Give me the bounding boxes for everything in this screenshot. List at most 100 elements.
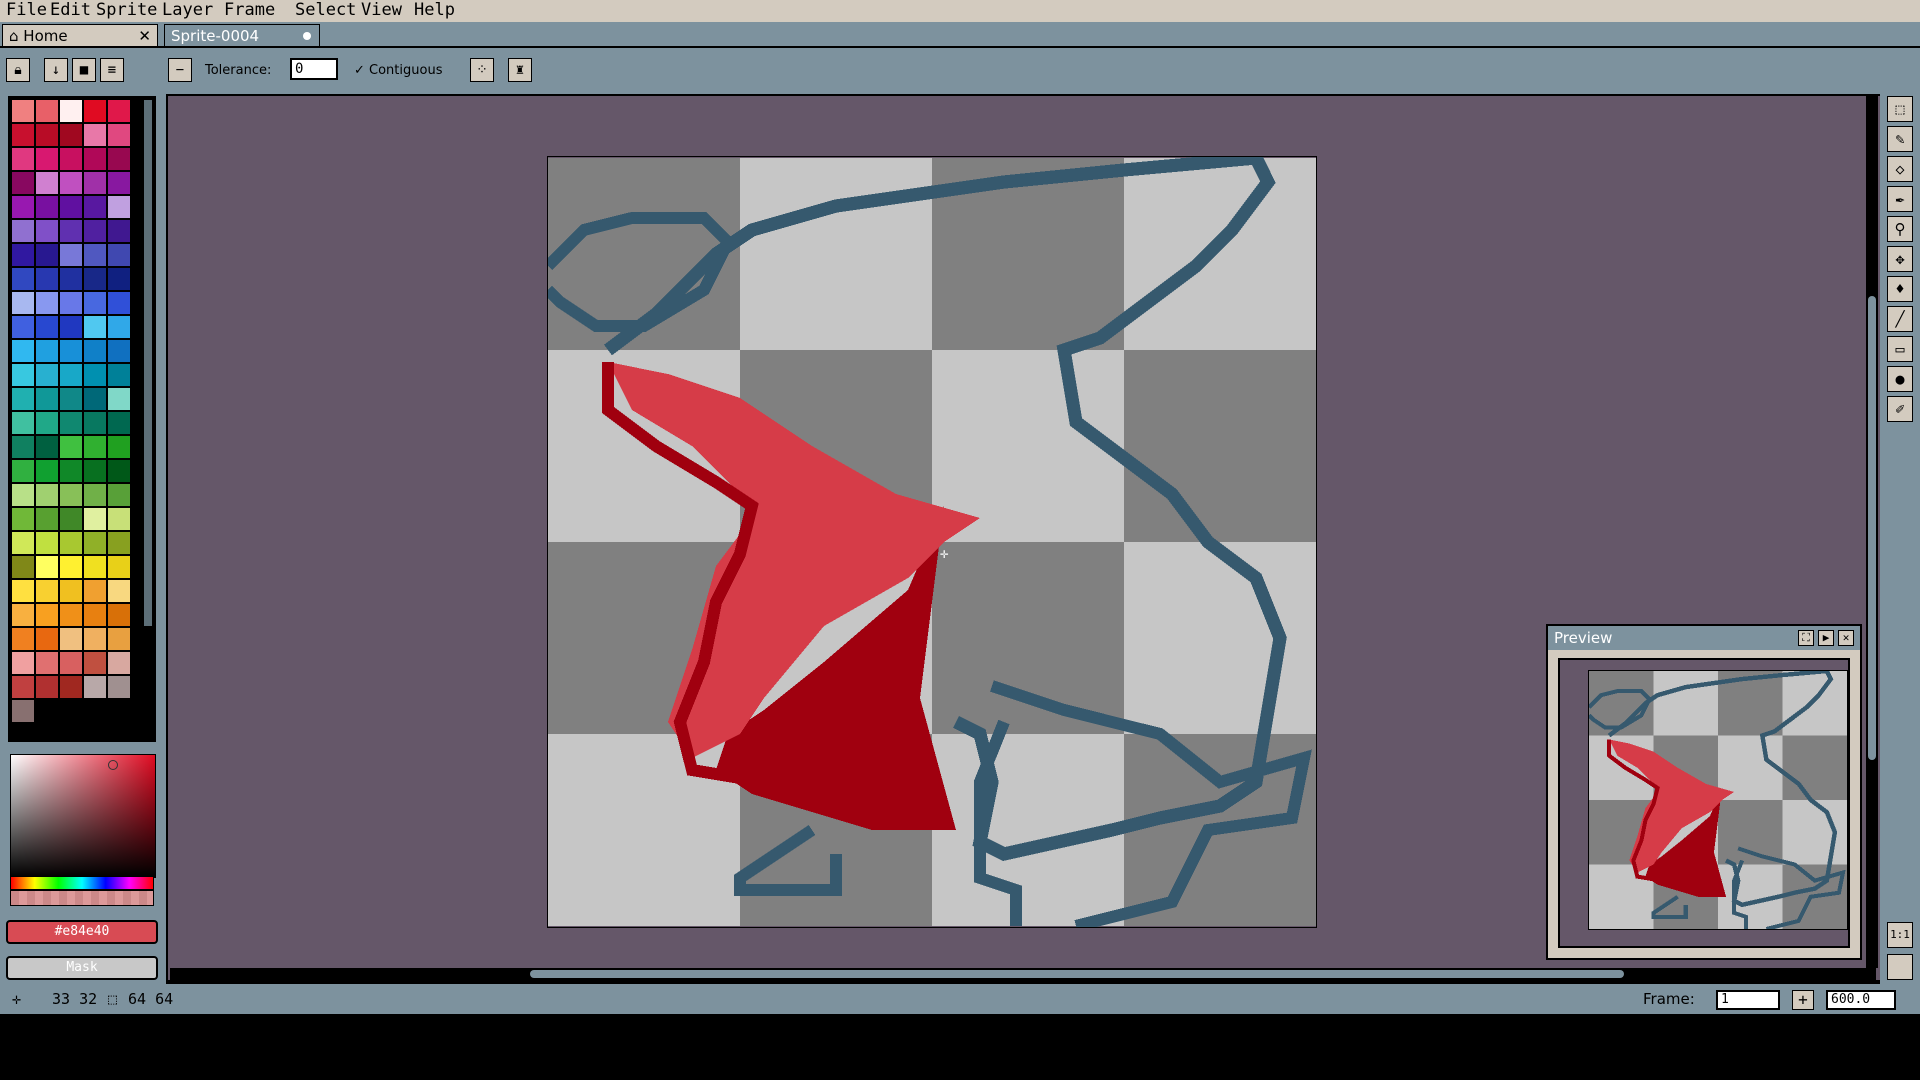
palette-swatch[interactable] [108, 172, 130, 194]
palette-swatch[interactable] [84, 244, 106, 266]
spray-icon[interactable]: ✐ [1887, 396, 1913, 422]
menu-frame[interactable]: Frame [224, 0, 275, 20]
menu-lines-icon[interactable]: ≡ [100, 58, 124, 82]
hue-slider[interactable] [10, 876, 154, 890]
palette-swatch[interactable] [108, 484, 130, 506]
palette-swatch[interactable] [60, 388, 82, 410]
saturation-value-picker[interactable] [10, 754, 156, 878]
palette-swatch[interactable] [60, 148, 82, 170]
palette-swatch[interactable] [84, 652, 106, 674]
palette-swatch[interactable] [108, 532, 130, 554]
palette-swatch[interactable] [108, 604, 130, 626]
palette-swatch[interactable] [84, 508, 106, 530]
palette-swatch[interactable] [108, 364, 130, 386]
palette-swatch[interactable] [36, 100, 58, 122]
stamp-icon[interactable]: ♜ [508, 58, 532, 82]
zoom-input[interactable]: 600.0 [1826, 990, 1896, 1010]
palette-swatch[interactable] [60, 604, 82, 626]
palette-swatch[interactable] [60, 100, 82, 122]
palette-swatch[interactable] [108, 268, 130, 290]
palette-swatch[interactable] [60, 316, 82, 338]
palette-swatch[interactable] [12, 388, 34, 410]
palette-swatch[interactable] [84, 100, 106, 122]
palette-swatch[interactable] [84, 628, 106, 650]
minus-button[interactable]: − [168, 58, 192, 82]
palette-swatch[interactable] [36, 532, 58, 554]
palette-swatch[interactable] [84, 220, 106, 242]
mask-color-button[interactable]: Mask [6, 956, 158, 980]
fit-icon[interactable]: ⛶ [1798, 630, 1814, 646]
palette-swatch[interactable] [12, 508, 34, 530]
palette-swatch[interactable] [36, 196, 58, 218]
palette-swatch[interactable] [84, 268, 106, 290]
palette-swatch[interactable] [60, 244, 82, 266]
palette-swatch[interactable] [108, 580, 130, 602]
palette-swatch[interactable] [84, 340, 106, 362]
palette-swatch[interactable] [108, 220, 130, 242]
palette-swatch[interactable] [84, 196, 106, 218]
palette-swatch[interactable] [36, 580, 58, 602]
rectangular-marquee-icon[interactable]: ⬚ [1887, 96, 1913, 122]
eyedropper-icon[interactable]: ✒ [1887, 186, 1913, 212]
alpha-slider[interactable] [10, 890, 154, 906]
close-icon[interactable]: ✕ [138, 25, 151, 47]
palette-swatch[interactable] [60, 532, 82, 554]
palette-swatch[interactable] [36, 436, 58, 458]
palette-swatch[interactable] [60, 628, 82, 650]
menu-layer[interactable]: Layer [162, 0, 213, 20]
palette-swatch[interactable] [12, 652, 34, 674]
palette-swatch[interactable] [12, 460, 34, 482]
zoom-in-button[interactable]: + [1792, 990, 1814, 1010]
palette-swatch[interactable] [60, 196, 82, 218]
palette-swatch[interactable] [36, 412, 58, 434]
palette-swatch[interactable] [36, 604, 58, 626]
palette-swatch[interactable] [36, 220, 58, 242]
palette-swatch[interactable] [84, 292, 106, 314]
palette-swatch[interactable] [84, 460, 106, 482]
palette-swatch[interactable] [12, 700, 34, 722]
palette-swatch[interactable] [12, 676, 34, 698]
horizontal-scroll-thumb[interactable] [530, 970, 1624, 978]
palette-swatch[interactable] [84, 532, 106, 554]
palette-swatch[interactable] [12, 244, 34, 266]
picker-cursor[interactable] [108, 760, 118, 770]
eraser-icon[interactable]: ◇ [1887, 156, 1913, 182]
paint-bucket-icon[interactable]: ♦ [1887, 276, 1913, 302]
palette-swatch[interactable] [36, 340, 58, 362]
palette-swatch[interactable] [36, 268, 58, 290]
vertical-scroll-thumb[interactable] [1868, 296, 1876, 760]
palette-swatch[interactable] [36, 292, 58, 314]
tolerance-input[interactable]: 0 [290, 58, 338, 80]
tab-sprite[interactable]: Sprite-0004 [164, 24, 320, 46]
palette-swatch[interactable] [84, 364, 106, 386]
palette-swatch[interactable] [36, 172, 58, 194]
palette-swatch[interactable] [108, 652, 130, 674]
palette-swatch[interactable] [108, 556, 130, 578]
palette-swatch[interactable] [84, 316, 106, 338]
sprite-canvas[interactable] [547, 156, 1317, 928]
palette-swatch[interactable] [36, 508, 58, 530]
palette-swatch[interactable] [84, 580, 106, 602]
palette-swatch[interactable] [36, 388, 58, 410]
palette-swatch[interactable] [12, 172, 34, 194]
palette-swatch[interactable] [12, 604, 34, 626]
palette-swatch[interactable] [12, 364, 34, 386]
palette-swatch[interactable] [36, 628, 58, 650]
one-to-one-zoom-button[interactable]: 1:1 [1887, 922, 1913, 948]
palette-swatch[interactable] [12, 196, 34, 218]
line-icon[interactable]: ╱ [1887, 306, 1913, 332]
palette-swatch[interactable] [84, 124, 106, 146]
move-icon[interactable]: ✥ [1887, 246, 1913, 272]
palette-swatch[interactable] [60, 340, 82, 362]
palette-swatch[interactable] [60, 580, 82, 602]
palette-swatch[interactable] [108, 628, 130, 650]
menu-edit[interactable]: Edit [50, 0, 91, 20]
palette-swatch[interactable] [60, 436, 82, 458]
palette-swatch[interactable] [60, 220, 82, 242]
palette-swatch[interactable] [36, 316, 58, 338]
palette-swatch[interactable] [12, 268, 34, 290]
palette-swatch[interactable] [108, 316, 130, 338]
palette-swatch[interactable] [84, 676, 106, 698]
palette-swatch[interactable] [60, 268, 82, 290]
palette-swatch[interactable] [108, 508, 130, 530]
